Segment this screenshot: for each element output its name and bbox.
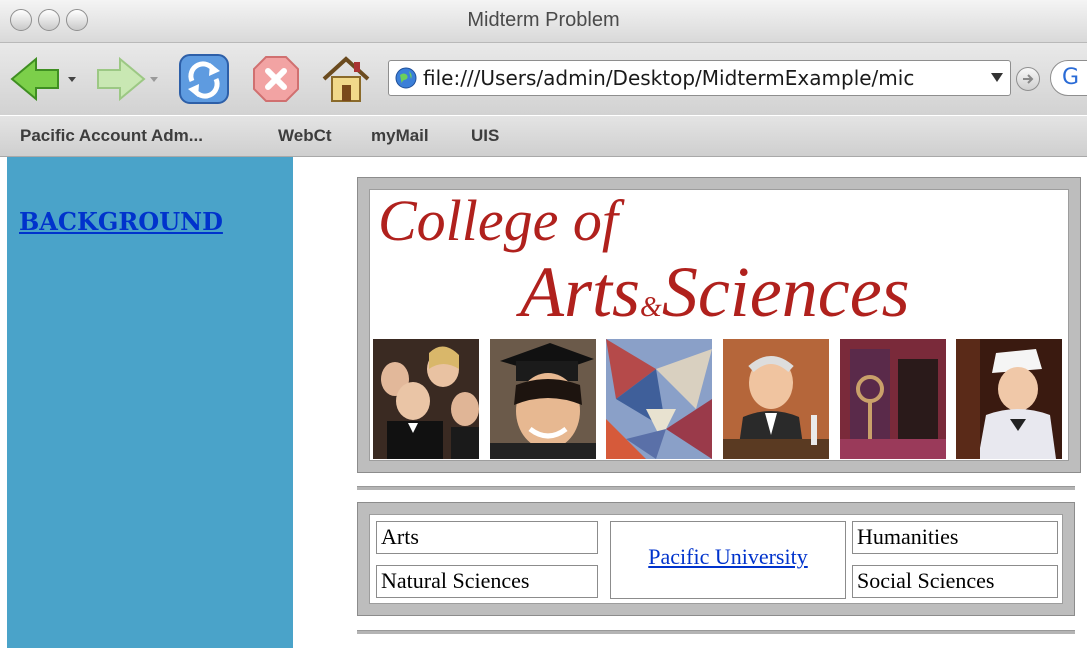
photo-geometric-art — [606, 339, 712, 459]
horizontal-rule-1 — [357, 486, 1075, 490]
nav-cell-natural-sciences: Natural Sciences — [376, 565, 598, 598]
bookmarks-bar: Pacific Account Adm... WebCt myMail UIS — [0, 116, 1087, 157]
background-link[interactable]: BACKGROUND — [19, 207, 223, 236]
photo-nurse-actor — [956, 339, 1062, 459]
go-button[interactable] — [1016, 67, 1040, 91]
horizontal-rule-2 — [357, 630, 1075, 634]
photo-abstract-art — [840, 339, 946, 459]
home-button[interactable] — [318, 51, 374, 107]
nav-cell-humanities: Humanities — [852, 521, 1058, 554]
bookmark-pacific-account[interactable]: Pacific Account Adm... — [20, 126, 203, 146]
forward-button[interactable] — [92, 51, 162, 107]
globe-icon — [395, 67, 417, 89]
banner-ampersand: & — [640, 292, 662, 323]
window-titlebar: Midterm Problem — [0, 0, 1087, 43]
home-icon — [322, 56, 370, 102]
reload-icon — [179, 54, 229, 104]
window-edge — [0, 157, 7, 648]
stop-icon — [253, 56, 299, 102]
navigation-toolbar: G — [0, 43, 1087, 115]
banner-word-arts: Arts — [520, 252, 641, 332]
banner-word-sciences: Sciences — [661, 252, 910, 332]
photo-graduates — [373, 339, 479, 459]
address-input[interactable] — [423, 64, 971, 92]
search-box[interactable]: G — [1050, 60, 1087, 96]
nav-table: Arts Natural Sciences Pacific University… — [369, 514, 1063, 604]
forward-arrow-icon — [97, 56, 158, 102]
bookmark-mymail[interactable]: myMail — [371, 126, 429, 146]
search-engine-letter: G — [1062, 65, 1080, 90]
photo-speaker — [723, 339, 829, 459]
sidebar-frame: BACKGROUND — [7, 157, 293, 648]
nav-cell-social-sciences: Social Sciences — [852, 565, 1058, 598]
nav-cell-center: Pacific University — [610, 521, 846, 599]
address-bar — [388, 60, 1011, 96]
go-arrow-icon — [1023, 74, 1034, 84]
back-button[interactable] — [6, 51, 76, 107]
stop-button[interactable] — [248, 51, 304, 107]
banner-title-line1: College of — [378, 189, 619, 253]
college-banner: College of Arts&Sciences — [369, 189, 1069, 461]
banner-frame: College of Arts&Sciences — [357, 177, 1081, 473]
reload-button[interactable] — [176, 51, 232, 107]
bookmark-webct[interactable]: WebCt — [278, 126, 332, 146]
photo-graduate-cap — [490, 339, 596, 459]
nav-table-frame: Arts Natural Sciences Pacific University… — [357, 502, 1075, 616]
pacific-university-link[interactable]: Pacific University — [648, 544, 807, 570]
bookmark-uis[interactable]: UIS — [471, 126, 499, 146]
nav-cell-arts: Arts — [376, 521, 598, 554]
back-arrow-icon — [10, 56, 76, 102]
banner-title-line2: Arts&Sciences — [520, 256, 910, 328]
window-title: Midterm Problem — [467, 9, 620, 31]
chevron-down-icon[interactable] — [990, 70, 1004, 84]
